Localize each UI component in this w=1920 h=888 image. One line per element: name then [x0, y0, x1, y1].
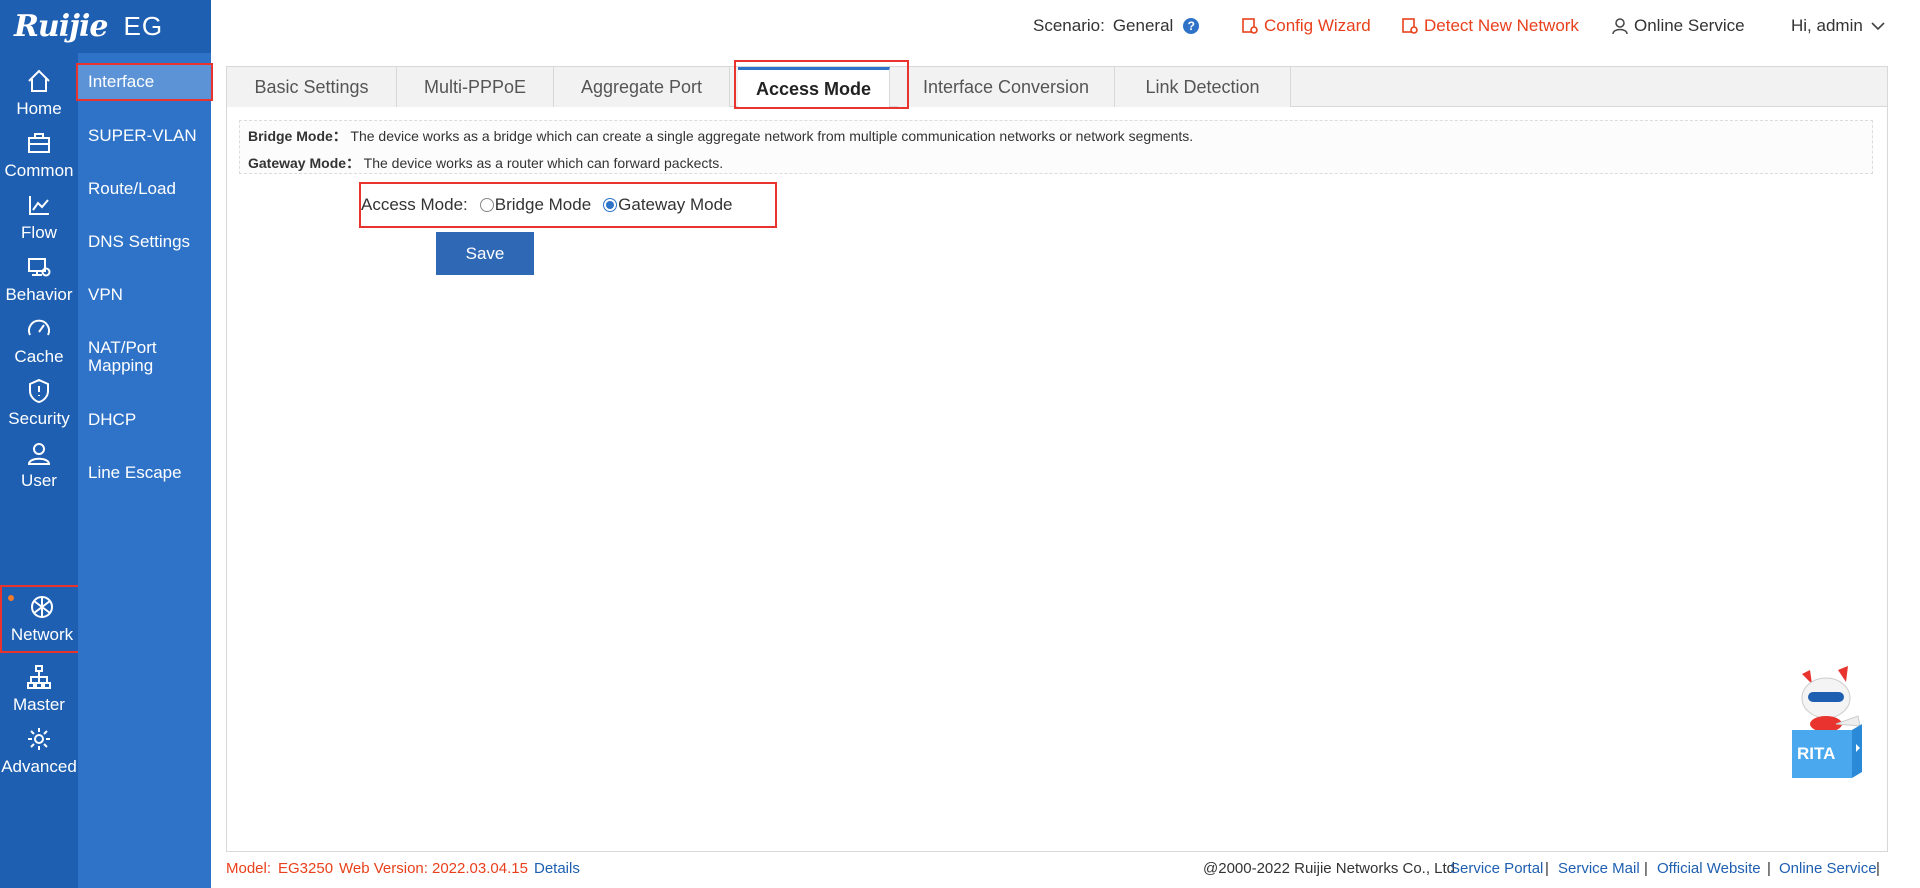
detect-icon — [1402, 18, 1418, 34]
tab-link-detection[interactable]: Link Detection — [1115, 67, 1291, 107]
nav-label: Home — [16, 99, 62, 118]
details-link[interactable]: Details — [534, 860, 580, 877]
sub-nav: Interface SUPER-VLAN Route/Load DNS Sett… — [76, 53, 213, 888]
gateway-description: Gateway Mode： The device works as a rout… — [248, 153, 723, 173]
wizard-icon — [1242, 18, 1258, 34]
subnav-item-super-vlan[interactable]: SUPER-VLAN — [78, 126, 211, 146]
nav-item-network[interactable]: Network — [0, 585, 84, 653]
nav-label: Master — [13, 695, 65, 714]
tab-interface-conversion[interactable]: Interface Conversion — [898, 67, 1115, 107]
detect-network-link[interactable]: Detect New Network — [1401, 16, 1579, 36]
brand-logo: Ruijie — [14, 9, 108, 44]
save-button[interactable]: Save — [436, 232, 534, 275]
online-service-link[interactable]: Online Service — [1611, 16, 1745, 36]
mode-description: Bridge Mode： The device works as a bridg… — [239, 120, 1873, 174]
radio-circle[interactable] — [479, 198, 494, 212]
detect-network-label: Detect New Network — [1424, 16, 1579, 35]
main-nav: Home Common Flow Behavior Cache Security… — [0, 53, 84, 888]
access-mode-row: Access Mode: Bridge Mode Gateway Mode — [359, 182, 777, 228]
separator: | — [1545, 860, 1549, 877]
nav-item-user[interactable]: User — [0, 429, 78, 501]
line-chart-icon — [29, 196, 49, 215]
online-service-footer-link[interactable]: Online Service — [1779, 860, 1877, 877]
scenario-label: Scenario: — [1033, 16, 1105, 35]
nav-label: Network — [10, 625, 74, 644]
nav-label: Behavior — [5, 285, 73, 304]
speedometer-icon — [28, 319, 50, 336]
config-wizard-label: Config Wizard — [1264, 16, 1371, 35]
logo: Ruijie EG — [0, 0, 211, 53]
content-panel: Basic Settings Multi-PPPoE Aggregate Por… — [226, 60, 1888, 852]
product-name: EG — [123, 11, 164, 41]
briefcase-icon — [28, 133, 50, 153]
scenario: Scenario: General ? — [1033, 16, 1200, 36]
nav-label: Advanced — [1, 757, 77, 776]
separator: | — [1644, 860, 1648, 877]
help-icon[interactable]: ? — [1183, 18, 1200, 34]
subnav-item-line-escape[interactable]: Line Escape — [78, 463, 211, 483]
web-version-value: 2022.03.04.15 — [432, 860, 528, 877]
tab-multi-pppoe[interactable]: Multi-PPPoE — [397, 67, 554, 107]
online-service-label: Online Service — [1634, 16, 1745, 35]
copyright: @2000-2022 Ruijie Networks Co., Ltd — [1203, 860, 1456, 877]
gateway-text: The device works as a router which can f… — [363, 155, 724, 171]
bridge-description: Bridge Mode： The device works as a bridg… — [248, 126, 1193, 146]
user-greeting: Hi, admin — [1791, 16, 1863, 35]
rita-label: RITA — [1797, 744, 1836, 763]
sitemap-icon — [27, 665, 51, 689]
gateway-title: Gateway Mode： — [248, 155, 361, 171]
monitor-icon — [28, 258, 51, 277]
rita-assistant[interactable]: RITA — [1786, 664, 1866, 790]
subnav-item-dns-settings[interactable]: DNS Settings — [78, 232, 211, 252]
subnav-item-dhcp[interactable]: DHCP — [78, 410, 211, 430]
top-header: Scenario: General ? Config Wizard Detect… — [211, 0, 1920, 53]
nav-label: Flow — [21, 223, 57, 242]
footer: Model: EG3250 Web Version: 2022.03.04.15… — [226, 856, 1902, 884]
gear-icon — [28, 728, 50, 750]
robot-icon — [1792, 666, 1862, 778]
nav-label: Security — [8, 409, 70, 428]
official-website-link[interactable]: Official Website — [1657, 860, 1761, 877]
chevron-down-icon — [1871, 22, 1885, 31]
access-mode-label: Access Mode: — [361, 195, 468, 214]
model-value: EG3250 — [278, 860, 334, 877]
nav-label: Cache — [14, 347, 64, 366]
radio-circle[interactable] — [603, 198, 618, 212]
subnav-item-nat-port-mapping[interactable]: NAT/Port Mapping — [78, 339, 178, 375]
radio-label: Bridge Mode — [494, 195, 592, 214]
config-wizard-link[interactable]: Config Wizard — [1241, 16, 1371, 36]
person-icon — [1612, 18, 1628, 35]
nav-label: Common — [4, 161, 74, 180]
tab-highlight-box — [734, 60, 909, 109]
active-dot — [8, 595, 14, 601]
subnav-item-vpn[interactable]: VPN — [78, 285, 211, 305]
radio-gateway-mode[interactable]: Gateway Mode — [603, 195, 733, 215]
user-menu[interactable]: Hi, admin — [1791, 16, 1887, 36]
nav-label: User — [21, 471, 57, 490]
separator: | — [1876, 860, 1880, 877]
service-mail-link[interactable]: Service Mail — [1558, 860, 1640, 877]
service-portal-link[interactable]: Service Portal — [1450, 860, 1543, 877]
tab-basic-settings[interactable]: Basic Settings — [227, 67, 397, 107]
tab-bar: Basic Settings Multi-PPPoE Aggregate Por… — [227, 67, 1887, 108]
tab-aggregate-port[interactable]: Aggregate Port — [554, 67, 730, 107]
model-label: Model: — [226, 860, 272, 877]
bridge-text: The device works as a bridge which can c… — [350, 128, 1194, 144]
scenario-value: General — [1112, 16, 1174, 35]
web-version-label: Web Version: — [339, 860, 428, 877]
nav-item-advanced[interactable]: Advanced — [0, 715, 78, 787]
subnav-item-interface[interactable]: Interface — [76, 63, 213, 101]
radio-label: Gateway Mode — [618, 195, 733, 214]
shield-icon — [29, 378, 49, 404]
globe-icon — [31, 596, 53, 618]
subnav-item-route-load[interactable]: Route/Load — [78, 179, 211, 199]
home-icon — [28, 69, 50, 92]
separator: | — [1767, 860, 1771, 877]
radio-bridge-mode[interactable]: Bridge Mode — [479, 195, 592, 215]
bridge-title: Bridge Mode： — [248, 128, 347, 144]
user-icon — [27, 443, 51, 465]
